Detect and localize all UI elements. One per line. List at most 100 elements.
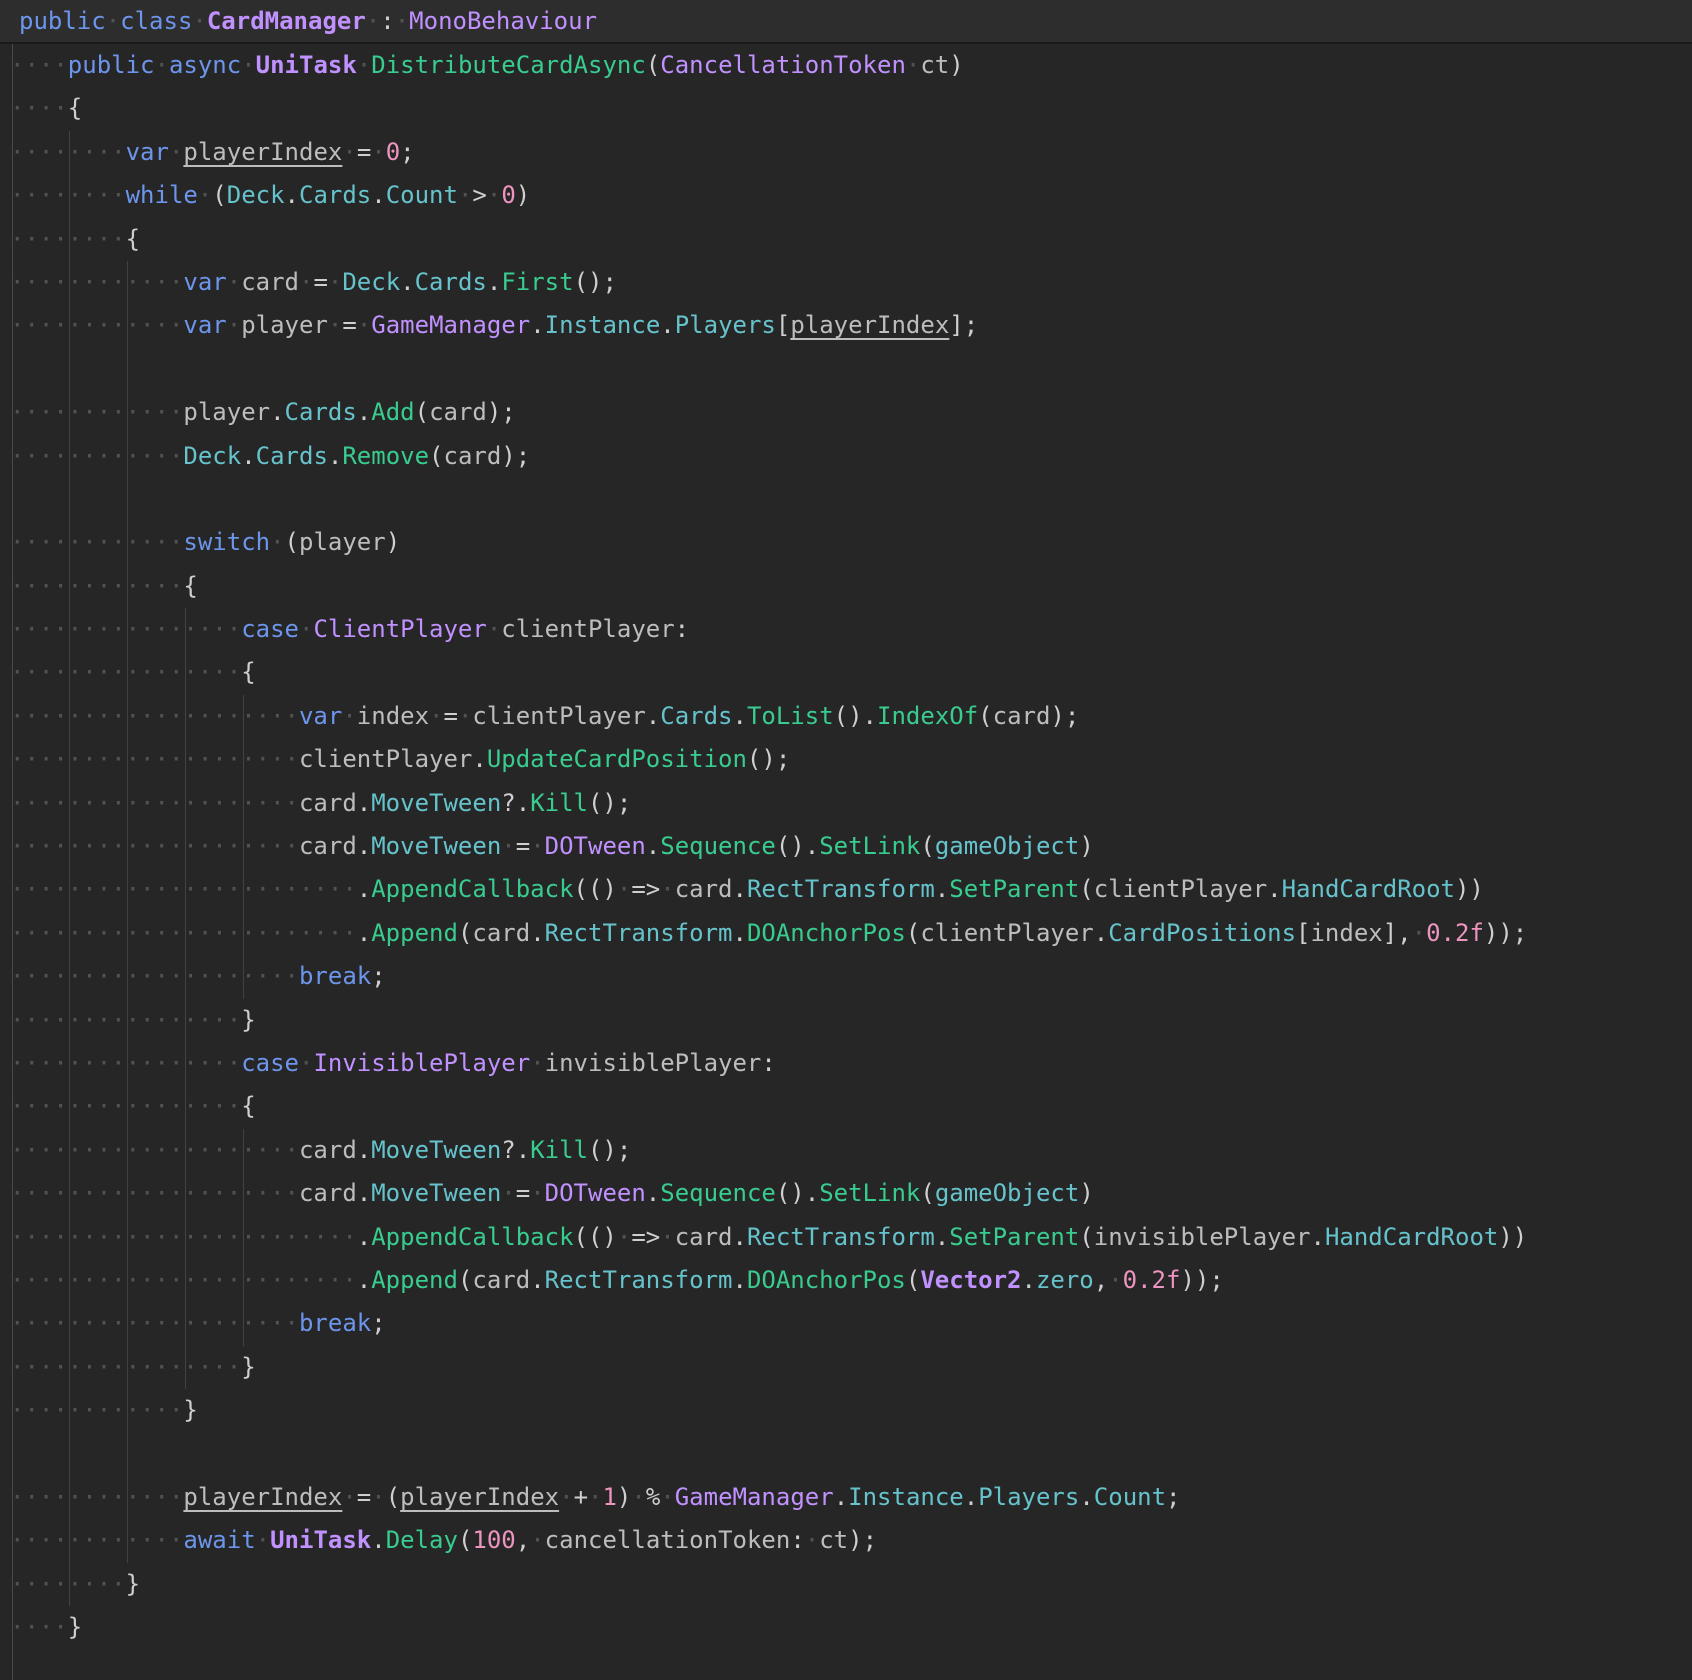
code-token: DOTween <box>545 832 646 860</box>
code-token: Instance <box>848 1483 964 1511</box>
whitespace-dots: · <box>106 7 120 35</box>
code-line[interactable]: ····public·async·UniTask·DistributeCardA… <box>10 44 1692 87</box>
code-line[interactable]: ············player.Cards.Add(card); <box>10 391 1692 434</box>
whitespace-dots: ···················· <box>10 745 299 773</box>
code-line[interactable]: ················{ <box>10 651 1692 694</box>
code-token: . <box>270 398 284 426</box>
code-token: 0.2f <box>1123 1266 1181 1294</box>
code-token: HandCardRoot <box>1325 1223 1498 1251</box>
code-token: clientPlayer <box>501 615 674 643</box>
code-token: RectTransform <box>545 1266 733 1294</box>
code-line[interactable]: ························.Append(card.Rec… <box>10 912 1692 955</box>
code-line[interactable]: ············} <box>10 1389 1692 1432</box>
code-token: clientPlayer <box>299 745 472 773</box>
code-token: player <box>241 311 328 339</box>
code-line[interactable]: ············playerIndex·=·(playerIndex·+… <box>10 1476 1692 1519</box>
sticky-class-declaration[interactable]: public·class·CardManager·:·MonoBehaviour <box>0 0 1692 44</box>
code-line[interactable]: ························.Append(card.Rec… <box>10 1259 1692 1302</box>
code-token: zero <box>1036 1266 1094 1294</box>
code-line[interactable]: ····{ <box>10 87 1692 130</box>
code-token: . <box>530 1266 544 1294</box>
code-line[interactable]: ············Deck.Cards.Remove(card); <box>10 435 1692 478</box>
code-area[interactable]: ····public·async·UniTask·DistributeCardA… <box>0 44 1692 1649</box>
code-line[interactable] <box>10 478 1692 521</box>
code-token: = <box>313 268 327 296</box>
code-line[interactable]: ····················break; <box>10 955 1692 998</box>
code-line[interactable]: ····················card.MoveTween?.Kill… <box>10 782 1692 825</box>
code-token: ( <box>212 181 226 209</box>
code-line[interactable] <box>10 348 1692 391</box>
code-line[interactable]: ····················clientPlayer.UpdateC… <box>10 738 1692 781</box>
code-line[interactable]: ····} <box>10 1606 1692 1649</box>
code-token: var <box>299 702 342 730</box>
code-token: Remove <box>342 442 429 470</box>
code-line[interactable]: ············await·UniTask.Delay(100,·can… <box>10 1519 1692 1562</box>
code-token: . <box>732 919 746 947</box>
code-token: { <box>241 1092 255 1120</box>
code-line[interactable]: ················case·InvisiblePlayer·inv… <box>10 1042 1692 1085</box>
code-line[interactable]: ············var·card·=·Deck.Cards.First(… <box>10 261 1692 304</box>
code-line[interactable]: ····················card.MoveTween?.Kill… <box>10 1129 1692 1172</box>
code-line[interactable]: ····················card.MoveTween·=·DOT… <box>10 825 1692 868</box>
code-token: clientPlayer <box>1094 875 1267 903</box>
code-token: { <box>126 225 140 253</box>
code-token: await <box>183 1526 255 1554</box>
code-token: while <box>126 181 198 209</box>
code-token: (). <box>776 1179 819 1207</box>
code-line[interactable] <box>10 1433 1692 1476</box>
code-line[interactable]: ····················break; <box>10 1302 1692 1345</box>
code-token: . <box>964 1483 978 1511</box>
code-line[interactable]: ········} <box>10 1563 1692 1606</box>
code-token: card <box>472 1266 530 1294</box>
whitespace-dots: · <box>342 702 356 730</box>
code-token: SetParent <box>949 1223 1079 1251</box>
code-token: Delay <box>386 1526 458 1554</box>
whitespace-dots: · <box>357 311 371 339</box>
whitespace-dots: ············ <box>10 572 183 600</box>
code-token: 1 <box>602 1483 616 1511</box>
code-token: . <box>935 875 949 903</box>
code-line[interactable]: ························.AppendCallback(… <box>10 868 1692 911</box>
whitespace-dots: · <box>617 875 631 903</box>
code-token: . <box>660 311 674 339</box>
code-line[interactable]: ········while·(Deck.Cards.Count·>·0) <box>10 174 1692 217</box>
code-line[interactable]: ················} <box>10 999 1692 1042</box>
code-line[interactable]: ····················card.MoveTween·=·DOT… <box>10 1172 1692 1215</box>
code-token: Cards <box>660 702 732 730</box>
code-token: Instance <box>545 311 661 339</box>
code-editor[interactable]: ····public·async·UniTask·DistributeCardA… <box>0 0 1692 1680</box>
whitespace-dots: ················ <box>10 1049 241 1077</box>
code-token: , <box>516 1526 530 1554</box>
code-token: playerIndex <box>400 1483 559 1511</box>
code-token: ( <box>906 1266 920 1294</box>
whitespace-dots: · <box>169 138 183 166</box>
code-token: ct <box>920 51 949 79</box>
code-token: player <box>299 528 386 556</box>
whitespace-dots: · <box>371 138 385 166</box>
code-token: . <box>357 1223 371 1251</box>
code-line[interactable]: ········var·playerIndex·=·0; <box>10 131 1692 174</box>
whitespace-dots: · <box>805 1526 819 1554</box>
code-token: case <box>241 615 299 643</box>
code-line[interactable]: ····················var·index·=·clientPl… <box>10 695 1692 738</box>
whitespace-dots: · <box>299 268 313 296</box>
code-line[interactable]: ················} <box>10 1346 1692 1389</box>
whitespace-dots: · <box>530 832 544 860</box>
code-line[interactable]: ············{ <box>10 565 1692 608</box>
code-token: Cards <box>256 442 328 470</box>
code-token: Sequence <box>660 832 776 860</box>
code-line[interactable]: ················{ <box>10 1085 1692 1128</box>
code-line[interactable]: ················case·ClientPlayer·client… <box>10 608 1692 651</box>
code-line[interactable]: ············switch·(player) <box>10 521 1692 564</box>
code-token: : <box>761 1049 775 1077</box>
code-token: Deck <box>342 268 400 296</box>
code-token: ; <box>371 962 385 990</box>
whitespace-dots: · <box>299 1049 313 1077</box>
whitespace-dots: ················ <box>10 1006 241 1034</box>
code-token: ], <box>1383 919 1412 947</box>
code-token: RectTransform <box>545 919 733 947</box>
code-line[interactable]: ········{ <box>10 218 1692 261</box>
code-token: gameObject <box>935 832 1080 860</box>
code-line[interactable]: ························.AppendCallback(… <box>10 1216 1692 1259</box>
code-line[interactable]: ············var·player·=·GameManager.Ins… <box>10 304 1692 347</box>
